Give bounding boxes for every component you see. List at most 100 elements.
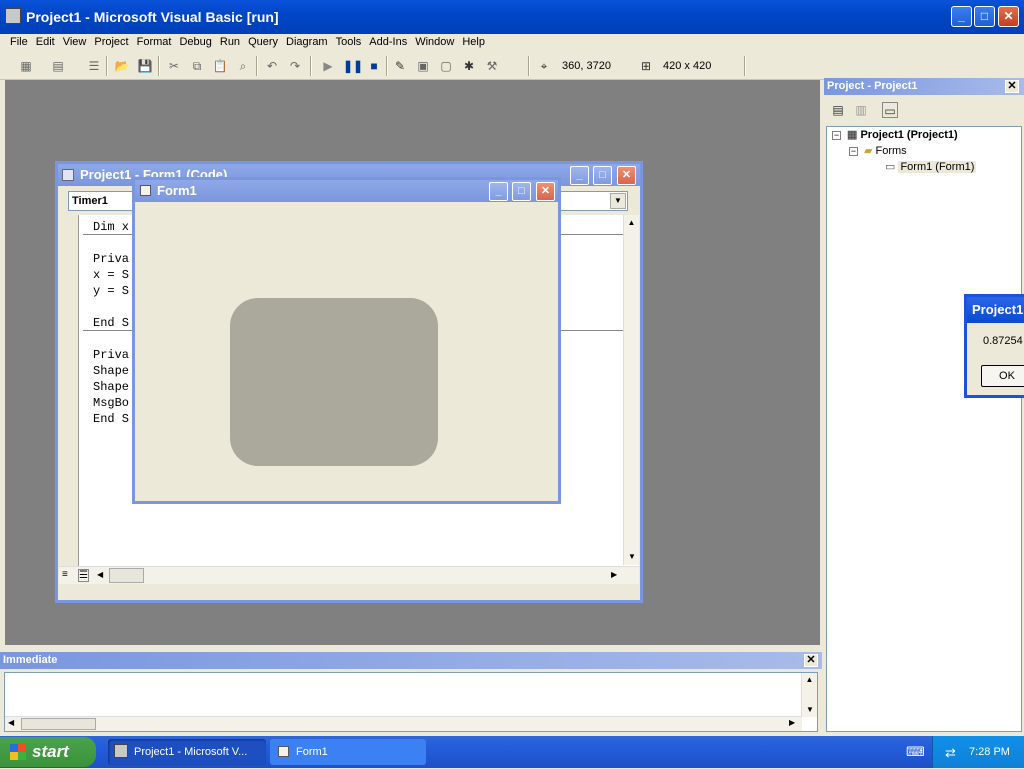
close-button[interactable]: ✕: [998, 6, 1019, 27]
tree-collapse-icon[interactable]: −: [849, 147, 858, 156]
clock[interactable]: 7:28 PM: [969, 736, 1010, 768]
immediate-hscroll[interactable]: ◀ ▶: [5, 716, 802, 731]
scroll-up-icon[interactable]: ▲: [624, 215, 639, 231]
scroll-down-icon[interactable]: ▼: [624, 549, 640, 565]
redo-icon[interactable]: ↷: [287, 58, 303, 74]
code-line: End S: [93, 412, 130, 426]
toolbox-icon[interactable]: ⚒: [484, 58, 500, 74]
copy-icon[interactable]: ⧉: [189, 58, 205, 74]
vb-app-icon[interactable]: [5, 8, 21, 24]
msgbox-message: 0.87254: [983, 335, 1023, 347]
menu-window[interactable]: Window: [411, 34, 458, 51]
code-close-button[interactable]: ✕: [617, 166, 636, 185]
toolbar-separator: [158, 56, 160, 76]
tree-collapse-icon[interactable]: −: [832, 131, 841, 140]
menu-view[interactable]: View: [59, 34, 91, 51]
open-project-icon[interactable]: 📂: [114, 58, 130, 74]
task-form1-label: Form1: [296, 746, 328, 758]
project-panel-close-icon[interactable]: ✕: [1005, 80, 1019, 93]
break-icon[interactable]: ❚❚: [343, 58, 363, 74]
tree-node-form1[interactable]: ▭ Form1 (Form1): [885, 160, 977, 173]
scroll-right-icon[interactable]: ▶: [611, 570, 617, 579]
paste-icon[interactable]: 📋: [212, 58, 228, 74]
find-icon[interactable]: ⌕: [235, 58, 251, 74]
msgbox-dialog[interactable]: Project1 0.87254 OK: [964, 294, 1024, 398]
size-icon: ⊞: [640, 59, 652, 73]
scroll-down-icon[interactable]: ▼: [802, 703, 818, 717]
save-project-icon[interactable]: 💾: [137, 58, 153, 74]
form1-title: Form1: [157, 183, 197, 198]
procedure-view-icon[interactable]: ≡: [62, 569, 68, 580]
system-tray: ⇄ 7:28 PM: [932, 736, 1024, 768]
form1-close-button[interactable]: ✕: [536, 182, 555, 201]
menu-addins[interactable]: Add-Ins: [365, 34, 411, 51]
properties-window-icon[interactable]: ▣: [415, 58, 431, 74]
menu-format[interactable]: Format: [133, 34, 176, 51]
immediate-input[interactable]: ▲ ▼ ◀ ▶: [4, 672, 818, 732]
task-form1[interactable]: Form1: [270, 739, 426, 765]
cut-icon[interactable]: ✂: [166, 58, 182, 74]
add-form-icon[interactable]: ▤: [50, 58, 66, 74]
menu-file[interactable]: File: [6, 34, 32, 51]
keyboard-icon[interactable]: ⌨: [906, 744, 925, 760]
view-code-icon[interactable]: ▤: [830, 102, 846, 118]
horizontal-scrollbar[interactable]: ≡ ☰ ◀ ▶: [59, 566, 639, 584]
code-maximize-button[interactable]: □: [593, 166, 612, 185]
immediate-close-icon[interactable]: ✕: [804, 654, 818, 667]
task-vb-label: Project1 - Microsoft V...: [134, 746, 248, 758]
code-line: Shape: [93, 364, 130, 378]
start-button[interactable]: start: [0, 737, 96, 767]
vb-app-icon: [114, 744, 128, 758]
form-layout-icon[interactable]: ▢: [438, 58, 454, 74]
tree-node-project[interactable]: ▦ Project1 (Project1): [847, 128, 958, 141]
form1-window[interactable]: Form1 _ □ ✕: [132, 177, 561, 504]
form1-maximize-button[interactable]: □: [512, 182, 531, 201]
menu-project[interactable]: Project: [90, 34, 132, 51]
toggle-folders-icon[interactable]: ▭: [882, 102, 898, 118]
toolbar-separator: [744, 56, 746, 76]
menu-query[interactable]: Query: [244, 34, 282, 51]
add-project-icon[interactable]: ▦: [18, 58, 34, 74]
folder-icon: ▰: [864, 145, 876, 157]
hscroll-thumb[interactable]: [109, 568, 144, 583]
end-icon[interactable]: ■: [366, 58, 382, 74]
tree-node-forms[interactable]: ▰ Forms: [864, 144, 907, 157]
view-object-icon[interactable]: ▥: [853, 102, 869, 118]
menu-tools[interactable]: Tools: [332, 34, 366, 51]
full-module-view-icon[interactable]: ☰: [78, 569, 89, 582]
menu-bar: File Edit View Project Format Debug Run Query Di…: [0, 34, 1024, 52]
maximize-button[interactable]: □: [974, 6, 995, 27]
start-icon[interactable]: ▶: [320, 58, 336, 74]
menu-diagram[interactable]: Diagram: [282, 34, 332, 51]
scroll-right-icon[interactable]: ▶: [789, 718, 795, 727]
menu-edit[interactable]: Edit: [32, 34, 59, 51]
main-title-bar[interactable]: Project1 - Microsoft Visual Basic [run] …: [0, 0, 1024, 34]
task-vb[interactable]: Project1 - Microsoft V...: [108, 739, 266, 765]
undo-icon[interactable]: ↶: [264, 58, 280, 74]
project-panel-title: Project - Project1 ✕: [824, 78, 1024, 95]
menu-debug[interactable]: Debug: [175, 34, 215, 51]
scroll-left-icon[interactable]: ◀: [8, 718, 14, 727]
hscroll-thumb[interactable]: [21, 718, 96, 730]
network-icon[interactable]: ⇄: [945, 737, 956, 769]
immediate-vscroll[interactable]: ▲ ▼: [801, 673, 817, 717]
tree-node-form1-label: Form1 (Form1): [898, 161, 977, 173]
combo-dropdown-icon[interactable]: ▼: [610, 193, 626, 209]
project-tree[interactable]: − ▦ Project1 (Project1) − ▰ Forms ▭ Form…: [826, 126, 1022, 732]
msgbox-ok-button[interactable]: OK: [981, 365, 1024, 387]
size-readout: 420 x 420: [663, 60, 712, 72]
vertical-scrollbar[interactable]: ▲ ▼: [623, 215, 639, 565]
scroll-up-icon[interactable]: ▲: [802, 673, 817, 687]
scroll-left-icon[interactable]: ◀: [97, 570, 103, 579]
minimize-button[interactable]: _: [951, 6, 972, 27]
form1-minimize-button[interactable]: _: [489, 182, 508, 201]
project-explorer-panel: Project - Project1 ✕ ▤ ▥ ▭ − ▦ Project1 …: [824, 78, 1024, 734]
menu-help[interactable]: Help: [458, 34, 489, 51]
window-title: Project1 - Microsoft Visual Basic [run]: [26, 9, 279, 25]
code-minimize-button[interactable]: _: [570, 166, 589, 185]
menu-run[interactable]: Run: [216, 34, 244, 51]
form1-titlebar[interactable]: Form1 _ □ ✕: [135, 180, 558, 202]
project-explorer-icon[interactable]: ✎: [392, 58, 408, 74]
menu-editor-icon[interactable]: ☰: [86, 58, 102, 74]
object-browser-icon[interactable]: ✱: [461, 58, 477, 74]
